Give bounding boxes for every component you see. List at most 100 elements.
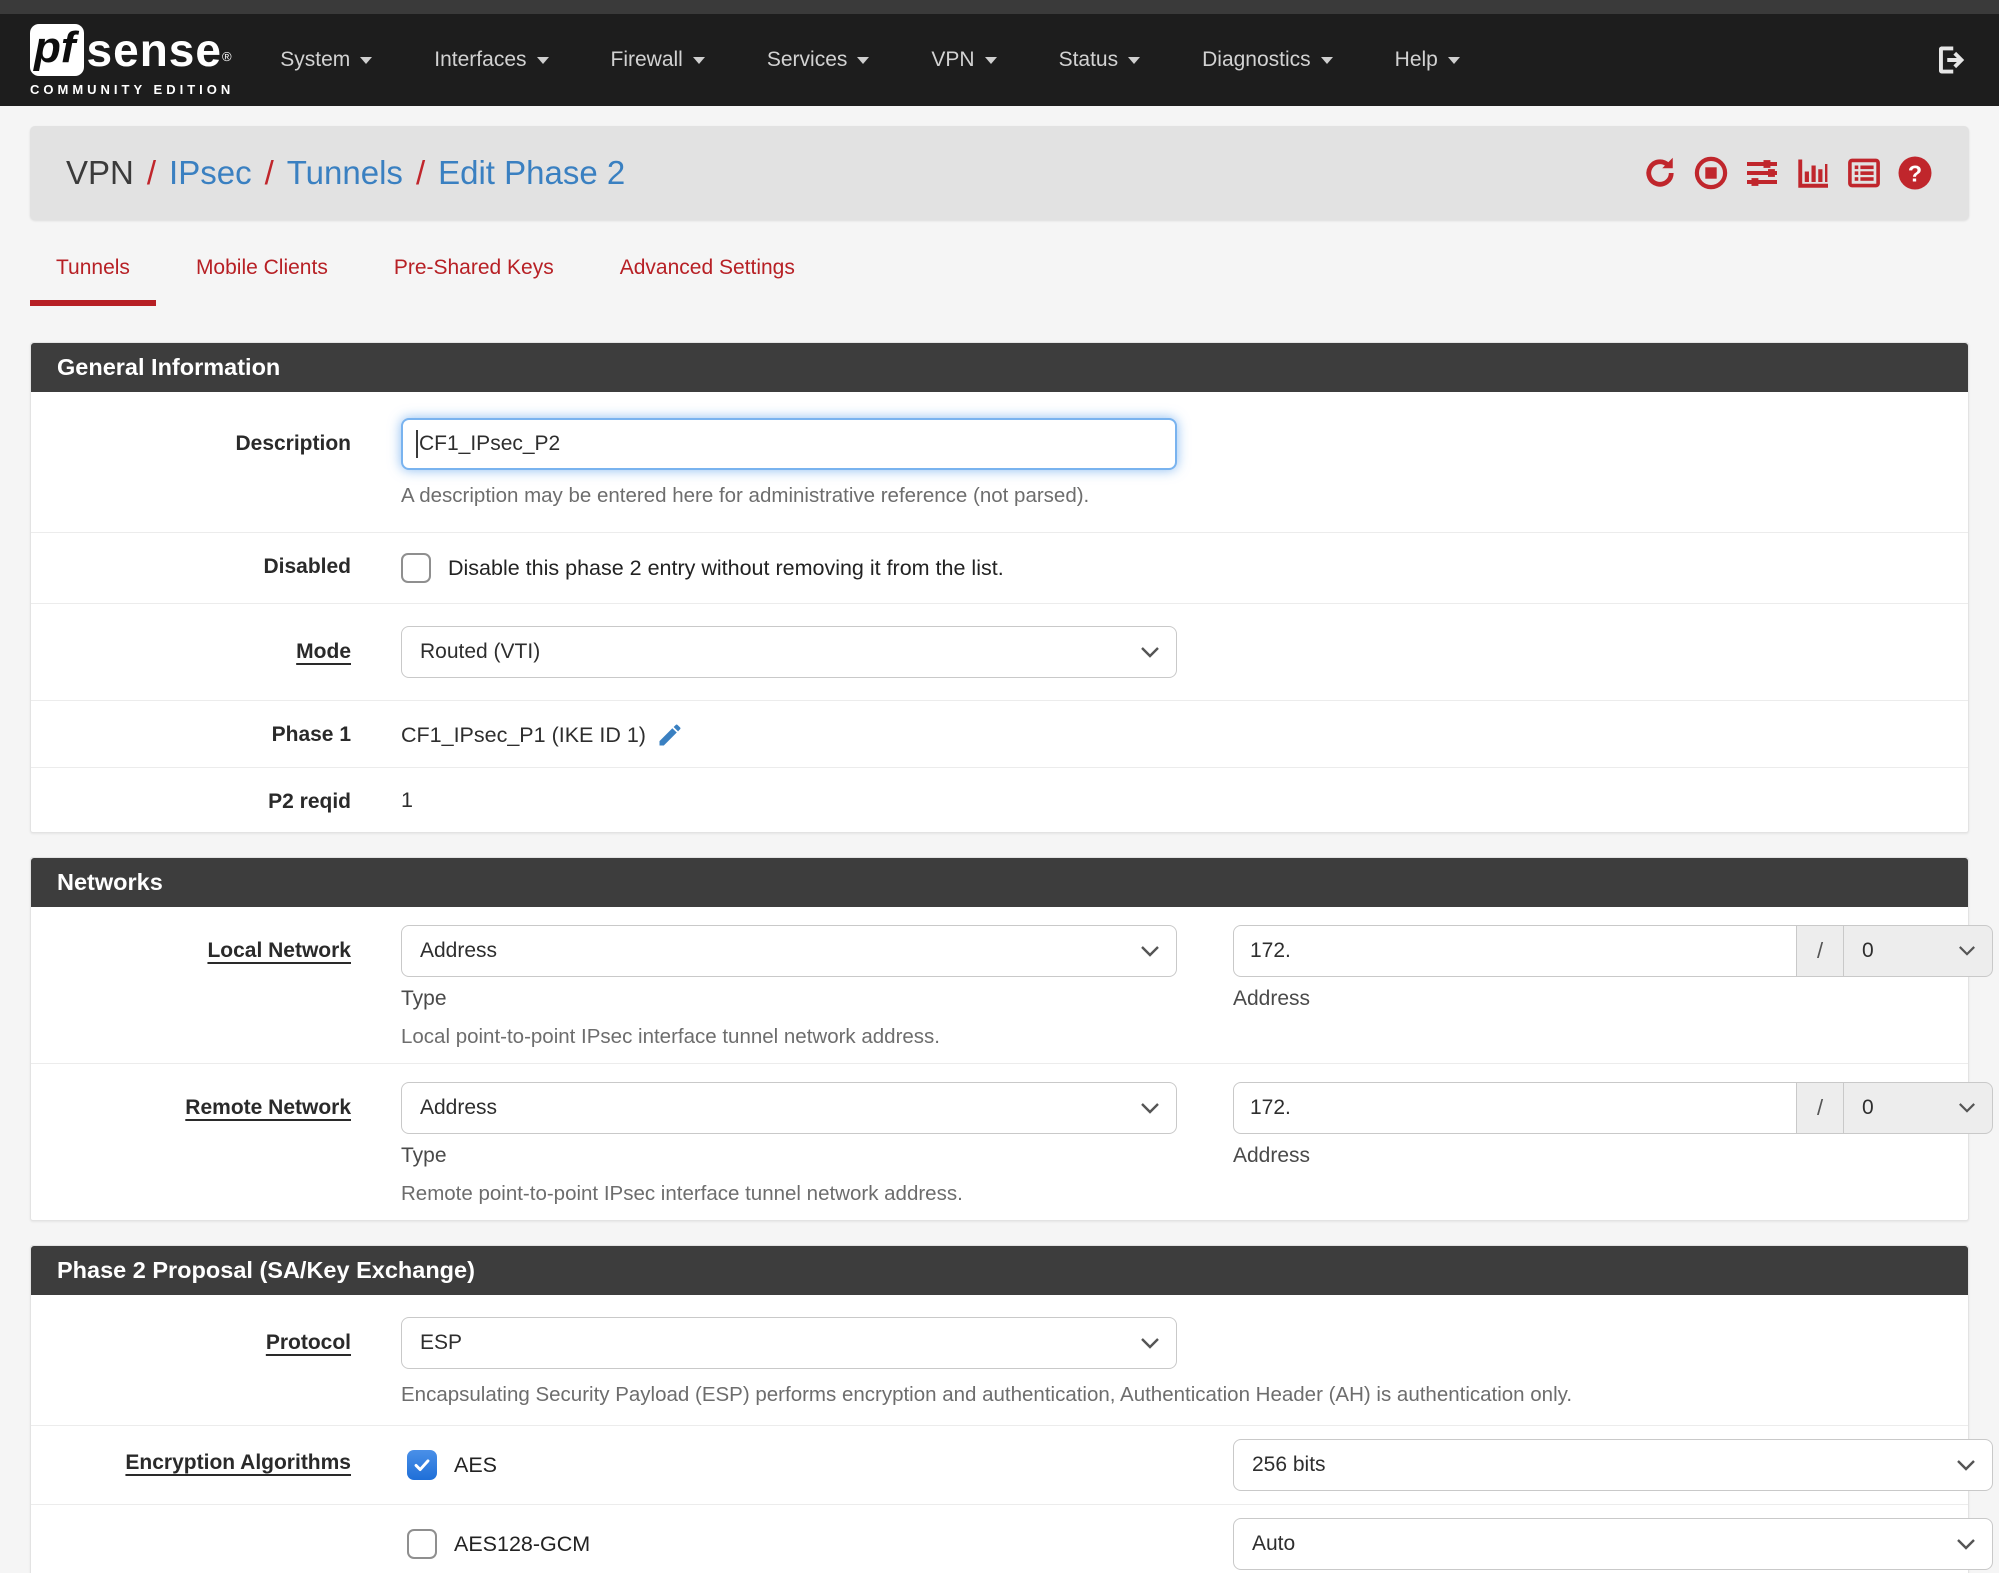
chevron-down-icon [1957, 1460, 1975, 1471]
chevron-down-icon [1959, 1103, 1975, 1113]
breadcrumb-link-ipsec[interactable]: IPsec [169, 154, 252, 192]
general-information-panel: General Information Description A descri… [30, 342, 1969, 833]
description-input[interactable] [401, 418, 1177, 470]
slash-addon: / [1797, 925, 1843, 977]
nav-item-interfaces[interactable]: Interfaces [434, 34, 549, 86]
tab-tunnels[interactable]: Tunnels [30, 250, 156, 306]
chevron-down-icon [984, 56, 997, 64]
chevron-down-icon [1447, 56, 1460, 64]
encryption-spacer-label [31, 1518, 351, 1570]
pfsense-logo[interactable]: pf sense ® COMMUNITY EDITION [30, 23, 234, 97]
protocol-help: Encapsulating Security Payload (ESP) per… [401, 1383, 1573, 1406]
breadcrumb-separator: / [264, 154, 274, 191]
phase1-label: Phase 1 [271, 723, 351, 746]
breadcrumb-separator: / [415, 154, 426, 191]
networks-panel: Networks Local Network Address Type / [30, 857, 1993, 1221]
chevron-down-icon [692, 56, 705, 64]
remote-network-address-input[interactable] [1233, 1082, 1797, 1134]
nav-item-help[interactable]: Help [1395, 34, 1460, 86]
text-cursor [416, 430, 418, 458]
nav-item-system[interactable]: System [280, 34, 373, 86]
navbar-menu: System Interfaces Firewall Services VPN … [280, 34, 1522, 86]
aes-keylen-select[interactable]: 256 bits [1233, 1439, 1993, 1491]
local-network-help: Local point-to-point IPsec interface tun… [401, 1025, 940, 1048]
logo-registered-mark: ® [221, 49, 232, 64]
section-title-proposal: Phase 2 Proposal (SA/Key Exchange) [31, 1246, 1968, 1295]
phase1-value: CF1_IPsec_P1 (IKE ID 1) [401, 722, 646, 747]
encryption-algorithms-label: Encryption Algorithms [125, 1451, 351, 1474]
mode-row: Mode Routed (VTI) [31, 604, 1968, 701]
top-strip [0, 0, 1999, 14]
remote-network-type-caption: Type [401, 1144, 447, 1167]
nav-item-diagnostics[interactable]: Diagnostics [1202, 34, 1333, 86]
local-network-address-caption: Address [1233, 987, 1311, 1010]
nav-item-firewall[interactable]: Firewall [611, 34, 705, 86]
description-row: Description A description may be entered… [31, 392, 1968, 533]
p2reqid-label: P2 reqid [268, 790, 351, 813]
remote-network-prefix-select[interactable]: 0 [1843, 1082, 1993, 1134]
chevron-down-icon [1128, 56, 1141, 64]
section-title-general: General Information [31, 343, 1968, 392]
logo-pf-badge: pf [30, 24, 84, 76]
encryption-aes-row: Encryption Algorithms AES 256 bits [31, 1426, 1993, 1505]
description-help: A description may be entered here for ad… [401, 484, 1090, 507]
breadcrumb-actions: ? [1642, 155, 1933, 191]
aes128gcm-checkbox-label: AES128-GCM [454, 1531, 591, 1556]
sliders-icon[interactable] [1744, 155, 1780, 191]
local-network-label: Local Network [207, 939, 351, 962]
description-label: Description [235, 432, 351, 455]
encryption-aes128gcm-row: AES128-GCM Auto [31, 1505, 1993, 1573]
tab-pre-shared-keys[interactable]: Pre-Shared Keys [368, 250, 580, 306]
stop-circle-icon[interactable] [1693, 155, 1729, 191]
nav-item-vpn[interactable]: VPN [931, 34, 997, 86]
svg-text:?: ? [1908, 160, 1922, 186]
sign-out-icon[interactable] [1933, 42, 1969, 78]
breadcrumb: VPN / IPsec / Tunnels / Edit Phase 2 ? [30, 126, 1969, 220]
local-network-row: Local Network Address Type / 0 [31, 907, 1993, 1064]
chevron-down-icon [1320, 56, 1333, 64]
help-circle-icon[interactable]: ? [1897, 155, 1933, 191]
breadcrumb-separator: / [146, 154, 157, 191]
p2reqid-value: 1 [401, 788, 413, 812]
logo-subtitle: COMMUNITY EDITION [30, 82, 235, 97]
remote-network-help: Remote point-to-point IPsec interface tu… [401, 1182, 963, 1205]
remote-network-row: Remote Network Address Type / 0 [31, 1064, 1993, 1220]
tab-bar: Tunnels Mobile Clients Pre-Shared Keys A… [30, 250, 1969, 306]
pencil-icon[interactable] [656, 721, 684, 749]
protocol-label: Protocol [265, 1331, 351, 1354]
aes128gcm-keylen-select[interactable]: Auto [1233, 1518, 1993, 1570]
aes128gcm-checkbox[interactable] [407, 1529, 437, 1559]
protocol-select[interactable]: ESP [401, 1317, 1177, 1369]
nav-item-services[interactable]: Services [767, 34, 870, 86]
refresh-icon[interactable] [1642, 155, 1678, 191]
chevron-down-icon [536, 56, 549, 64]
disabled-label: Disabled [263, 555, 351, 578]
navbar: pf sense ® COMMUNITY EDITION System Inte… [0, 14, 1999, 106]
remote-network-label: Remote Network [185, 1096, 351, 1119]
remote-network-address-caption: Address [1233, 1144, 1311, 1167]
local-network-prefix-select[interactable]: 0 [1843, 925, 1993, 977]
aes-checkbox[interactable] [407, 1450, 437, 1480]
nav-item-status[interactable]: Status [1059, 34, 1141, 86]
local-network-address-input[interactable] [1233, 925, 1797, 977]
list-icon[interactable] [1846, 155, 1882, 191]
local-network-type-select[interactable]: Address [401, 925, 1177, 977]
disabled-row: Disabled Disable this phase 2 entry with… [31, 533, 1968, 604]
chevron-down-icon [1141, 647, 1159, 658]
local-network-type-caption: Type [401, 987, 447, 1010]
mode-select[interactable]: Routed (VTI) [401, 626, 1177, 678]
tab-mobile-clients[interactable]: Mobile Clients [170, 250, 354, 306]
mode-label: Mode [296, 640, 351, 663]
phase1-row: Phase 1 CF1_IPsec_P1 (IKE ID 1) [31, 701, 1968, 768]
disabled-checkbox-label: Disable this phase 2 entry without remov… [448, 555, 1004, 580]
chevron-down-icon [1959, 946, 1975, 956]
tab-advanced-settings[interactable]: Advanced Settings [594, 250, 821, 306]
breadcrumb-link-tunnels[interactable]: Tunnels [287, 154, 403, 192]
breadcrumb-link-edit-phase2[interactable]: Edit Phase 2 [438, 154, 625, 192]
disabled-checkbox[interactable] [401, 553, 431, 583]
protocol-row: Protocol ESP Encapsulating Security Payl… [31, 1295, 1968, 1426]
chevron-down-icon [1141, 1103, 1159, 1114]
chevron-down-icon [1957, 1539, 1975, 1550]
remote-network-type-select[interactable]: Address [401, 1082, 1177, 1134]
bar-chart-icon[interactable] [1795, 155, 1831, 191]
